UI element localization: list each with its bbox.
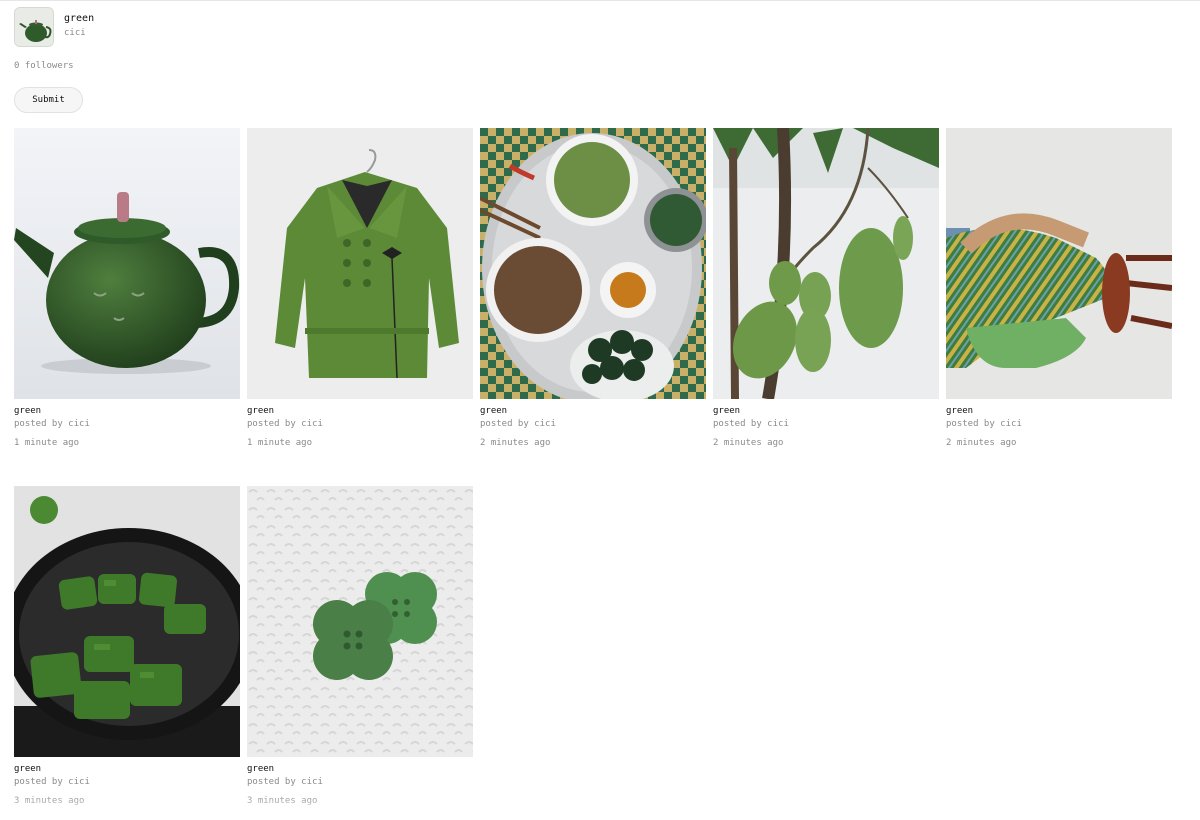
food-platter-image	[480, 128, 706, 399]
post-image[interactable]	[480, 128, 706, 399]
followers-count[interactable]: 0 followers	[14, 61, 74, 72]
post-time: 3 minutes ago	[14, 796, 85, 806]
post-card[interactable]: green posted by cici 2 minutes ago	[713, 128, 939, 449]
jacket-image	[247, 128, 473, 399]
post-card[interactable]: green posted by cici 2 minutes ago	[946, 128, 1172, 449]
post-time: 1 minute ago	[247, 438, 313, 448]
post-time: 2 minutes ago	[713, 438, 784, 448]
post-image[interactable]	[247, 128, 473, 399]
post-author[interactable]: posted by cici	[14, 419, 240, 430]
post-time: 1 minute ago	[14, 438, 80, 448]
post-card[interactable]: green posted by cici 3 minutes ago	[247, 486, 473, 807]
profile-header: green cici	[14, 7, 94, 47]
teapot-image	[14, 128, 240, 399]
profile-username[interactable]: cici	[64, 28, 94, 39]
post-title[interactable]: green	[247, 764, 473, 775]
post-card[interactable]: green posted by cici 1 minute ago	[247, 128, 473, 449]
submit-button[interactable]: Submit	[14, 87, 83, 113]
post-card[interactable]: green posted by cici 2 minutes ago	[480, 128, 706, 449]
teapot-avatar-icon	[15, 8, 53, 46]
post-author[interactable]: posted by cici	[946, 419, 1172, 430]
flower-buttons-image	[247, 486, 473, 757]
post-title[interactable]: green	[14, 406, 240, 417]
post-image[interactable]	[946, 128, 1172, 399]
post-image[interactable]	[247, 486, 473, 757]
post-time: 2 minutes ago	[480, 438, 551, 448]
post-card[interactable]: green posted by cici 3 minutes ago	[14, 486, 240, 807]
post-image[interactable]	[713, 128, 939, 399]
post-title[interactable]: green	[713, 406, 939, 417]
post-title[interactable]: green	[946, 406, 1172, 417]
post-title[interactable]: green	[247, 406, 473, 417]
post-image[interactable]	[14, 486, 240, 757]
mangoes-image	[713, 128, 939, 399]
avatar[interactable]	[14, 7, 54, 47]
post-time: 2 minutes ago	[946, 438, 1017, 448]
post-author[interactable]: posted by cici	[480, 419, 706, 430]
post-author[interactable]: posted by cici	[713, 419, 939, 430]
top-divider	[0, 0, 1200, 1]
post-time: 3 minutes ago	[247, 796, 318, 806]
post-card[interactable]: green posted by cici 1 minute ago	[14, 128, 240, 449]
post-image[interactable]	[14, 128, 240, 399]
post-title[interactable]: green	[480, 406, 706, 417]
profile-name: green	[64, 13, 95, 24]
post-title[interactable]: green	[14, 764, 240, 775]
post-author[interactable]: posted by cici	[247, 419, 473, 430]
post-author[interactable]: posted by cici	[247, 777, 473, 788]
striped-legs-image	[946, 128, 1172, 399]
leaves-pan-image	[14, 486, 240, 757]
post-author[interactable]: posted by cici	[14, 777, 240, 788]
